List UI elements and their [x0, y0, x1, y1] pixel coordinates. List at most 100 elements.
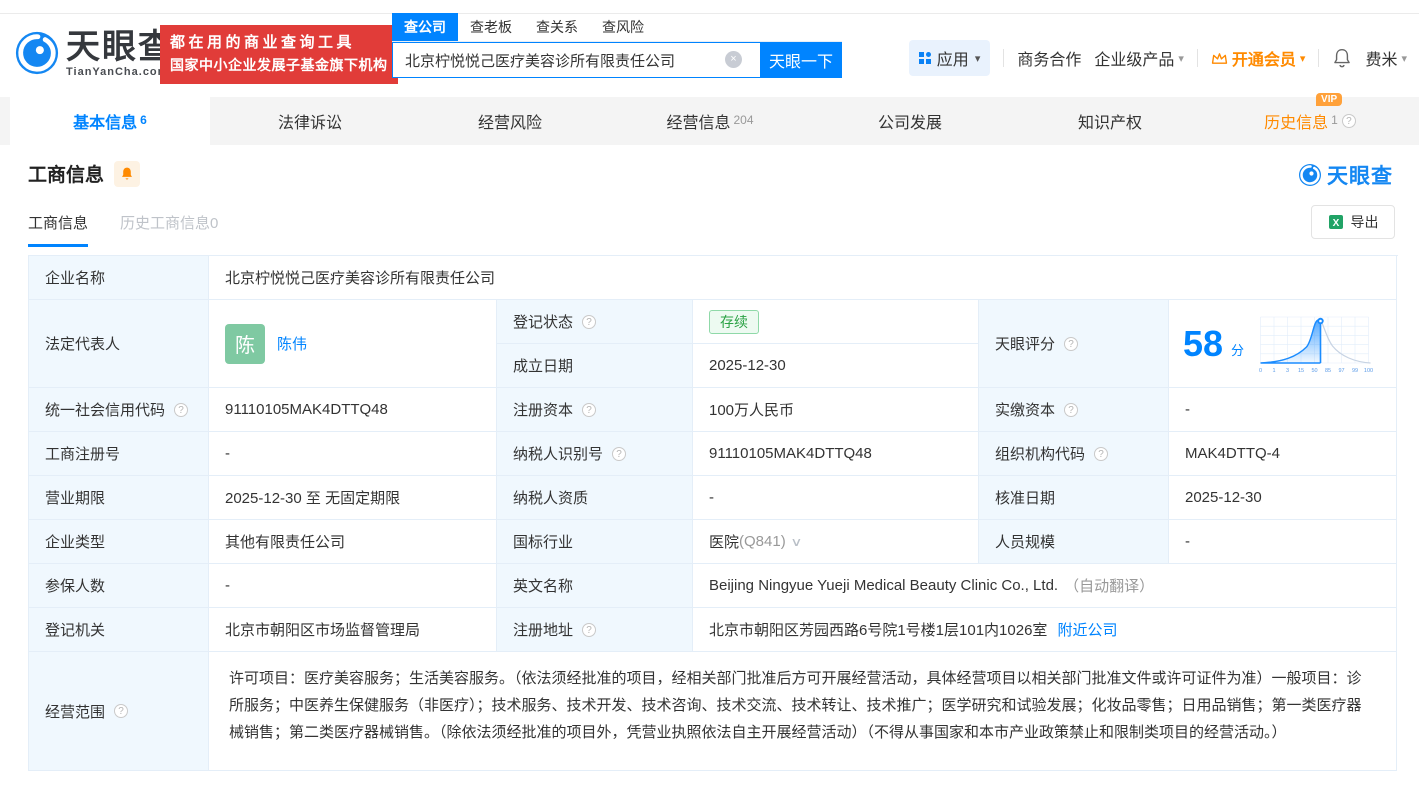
svg-text:99: 99 [1352, 368, 1358, 374]
svg-text:97: 97 [1339, 368, 1345, 374]
field-value-legal-representative: 陈 陈伟 [209, 300, 497, 388]
watermark-text: 天眼查 [1327, 165, 1393, 188]
help-icon[interactable]: ? [1064, 336, 1079, 351]
tianyancha-logo-icon [1298, 163, 1322, 187]
tab-label: 经营风险 [477, 115, 542, 132]
tab-label: 法律诉讼 [277, 115, 342, 132]
slogan-line1: 都在用的商业查询工具 [170, 34, 356, 51]
svg-text:0: 0 [1259, 368, 1262, 374]
search-tab-relation[interactable]: 查关系 [524, 13, 590, 41]
help-icon[interactable]: ? [582, 402, 597, 417]
field-value-industry: 医院 (Q841) ∨ [693, 520, 979, 564]
tab-basic-info[interactable]: 基本信息 6 [10, 97, 210, 145]
field-label-company-type: 企业类型 [29, 520, 209, 564]
field-value-taxpayer-id: 91110105MAK4DTTQ48 [693, 432, 979, 476]
tab-count-badge: 6 [140, 113, 147, 127]
legal-rep-link[interactable]: 陈伟 [277, 333, 307, 354]
search-input[interactable] [392, 42, 760, 78]
slogan-line2: 国家中小企业发展子基金旗下机构 [170, 57, 388, 73]
business-cooperation-link[interactable]: 商务合作 [1017, 46, 1081, 70]
field-label-taxpayer-id: 纳税人识别号? [497, 432, 693, 476]
subtab-history-info[interactable]: 历史工商信息0 [120, 212, 218, 247]
tab-business-info[interactable]: 经营信息 204 [610, 97, 810, 145]
chevron-down-icon[interactable]: ∨ [790, 535, 802, 549]
svg-text:100: 100 [1364, 368, 1373, 374]
notification-bell-icon[interactable] [1332, 47, 1352, 69]
excel-icon: X [1328, 215, 1343, 229]
tab-count-badge: 204 [733, 113, 754, 127]
tab-label: 基本信息 [73, 115, 138, 132]
section-title: 工商信息 [28, 165, 105, 186]
user-menu[interactable]: 费米 ▾ [1365, 46, 1407, 70]
apps-menu[interactable]: 应用 ▾ [908, 40, 991, 76]
tab-history-info[interactable]: 历史信息 VIP 1 ? [1210, 93, 1410, 145]
export-button[interactable]: X 导出 [1311, 205, 1395, 239]
score-unit: 分 [1231, 343, 1245, 358]
enterprise-products-menu[interactable]: 企业级产品 ▾ [1094, 46, 1184, 70]
field-value-registration-status: 存续 [693, 300, 979, 344]
tab-company-development[interactable]: 公司发展 [810, 97, 1010, 145]
field-value-registered-capital: 100万人民币 [693, 388, 979, 432]
help-icon[interactable]: ? [1341, 114, 1356, 128]
search-tab-company[interactable]: 查公司 [392, 13, 458, 41]
field-value-taxpayer-quality: - [693, 476, 979, 520]
company-nav-tabs: 基本信息 6 法律诉讼 经营风险 经营信息 204 公司发展 知识产权 历史信息… [0, 93, 1419, 145]
apps-label: 应用 [936, 52, 969, 69]
chevron-down-icon: ▾ [974, 52, 981, 65]
help-icon[interactable]: ? [1064, 402, 1079, 417]
tab-intellectual-property[interactable]: 知识产权 [1010, 97, 1210, 145]
chevron-down-icon: ▾ [1401, 52, 1407, 65]
field-label-legal-representative: 法定代表人 [29, 300, 209, 388]
menu-divider [1003, 49, 1005, 67]
help-icon[interactable]: ? [174, 402, 189, 417]
industry-code: (Q841) [739, 533, 786, 550]
field-label-insured-count: 参保人数 [29, 564, 209, 608]
svg-text:3: 3 [1286, 368, 1289, 374]
search-button[interactable]: 天眼一下 [760, 42, 842, 78]
vip-badge: VIP [1316, 93, 1343, 106]
auto-translate-note: （自动翻译） [1064, 578, 1155, 595]
logo-text: 天眼查 [66, 28, 174, 66]
field-value-registration-authority: 北京市朝阳区市场监督管理局 [209, 608, 497, 652]
search-tab-boss[interactable]: 查老板 [458, 13, 524, 41]
field-label-business-term: 营业期限 [29, 476, 209, 520]
field-value-company-type: 其他有限责任公司 [209, 520, 497, 564]
help-icon[interactable]: ? [612, 446, 627, 461]
export-label: 导出 [1350, 214, 1379, 230]
monitor-bell-button[interactable] [114, 160, 141, 187]
help-icon[interactable]: ? [1094, 446, 1109, 461]
field-value-establish-date: 2025-12-30 [693, 344, 979, 388]
tab-operating-risk[interactable]: 经营风险 [410, 97, 610, 145]
open-vip-menu[interactable]: 开通会员 ▾ [1211, 46, 1305, 70]
search-tab-risk[interactable]: 查风险 [590, 13, 656, 41]
help-icon[interactable]: ? [582, 314, 597, 329]
score-number: 58 [1183, 322, 1224, 364]
field-value-english-name: Beijing Ningyue Yueji Medical Beauty Cli… [693, 564, 1397, 608]
search-area: 查公司 查老板 查关系 查风险 × 天眼一下 [392, 13, 842, 78]
score-distribution-chart: 0 1 3 15 50 85 97 99 100 [1259, 316, 1373, 374]
search-tabs: 查公司 查老板 查关系 查风险 [392, 13, 842, 42]
help-icon[interactable]: ? [582, 622, 597, 637]
field-value-approval-date: 2025-12-30 [1169, 476, 1397, 520]
crown-icon [1211, 52, 1228, 64]
field-value-org-code: MAK4DTTQ-4 [1169, 432, 1397, 476]
clear-input-icon[interactable]: × [725, 51, 742, 68]
field-label-registration-status: 登记状态? [497, 300, 693, 344]
tab-legal-proceedings[interactable]: 法律诉讼 [210, 97, 410, 145]
nearby-companies-link[interactable]: 附近公司 [1057, 619, 1117, 640]
help-icon[interactable]: ? [114, 704, 129, 718]
subtab-current-info[interactable]: 工商信息 [28, 212, 89, 247]
field-label-company-name: 企业名称 [29, 256, 209, 300]
field-label-registration-number: 工商注册号 [29, 432, 209, 476]
legal-rep-avatar[interactable]: 陈 [225, 323, 265, 364]
tab-count-badge: 1 [1331, 113, 1338, 127]
watermark-logo: 天眼查 [1298, 160, 1393, 190]
field-label-establish-date: 成立日期 [497, 344, 693, 388]
header-menu: 应用 ▾ 商务合作 企业级产品 ▾ 开通会员 ▾ 费米 ▾ [908, 40, 1407, 76]
field-label-tianyan-score: 天眼评分? [979, 300, 1169, 388]
field-label-business-scope: 经营范围? [29, 652, 209, 771]
tianyancha-logo[interactable]: 天眼查 TianYanCha.com [14, 30, 174, 78]
field-value-staff-size: - [1169, 520, 1397, 564]
field-value-insured-count: - [209, 564, 497, 608]
field-value-credit-code: 91110105MAK4DTTQ48 [209, 388, 497, 432]
